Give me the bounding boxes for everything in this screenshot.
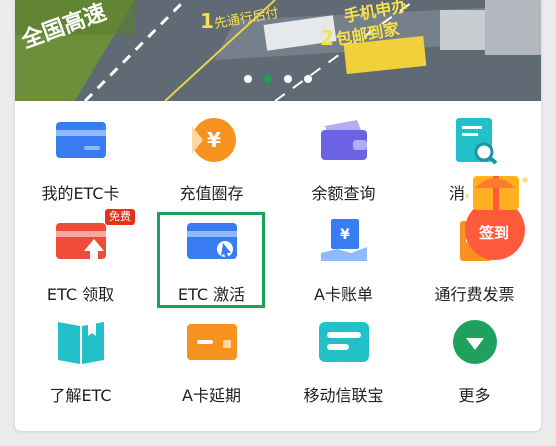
svg-text:¥: ¥: [340, 227, 350, 243]
xinlianbao-label: 移动信联宝: [303, 386, 384, 405]
a-card-bill-item[interactable]: ¥ A卡账单: [278, 209, 409, 309]
more-item[interactable]: 更多: [409, 310, 540, 410]
a-card-bill-label: A卡账单: [314, 285, 373, 304]
wallet-icon: [321, 120, 367, 160]
banner-num-1: 1: [200, 9, 214, 33]
services-card: 1 先通行后付 2 包邮到家 手机申办 全国高速 我的ETC卡 ¥ 充值圈存 余…: [15, 0, 541, 431]
more-label: 更多: [458, 386, 491, 405]
learn-etc-item[interactable]: 了解ETC: [15, 310, 146, 410]
recharge-label: 充值圈存: [179, 184, 244, 203]
carousel-dot[interactable]: [304, 75, 312, 83]
a-card-extend-label: A卡延期: [182, 386, 241, 405]
a-card-extend-item[interactable]: A卡延期: [146, 310, 277, 410]
etc-claim-label: ETC 领取: [46, 285, 115, 304]
yen-coin-icon: ¥: [192, 118, 236, 162]
recharge-item[interactable]: ¥ 充值圈存: [146, 108, 277, 208]
my-etc-card-item[interactable]: 我的ETC卡: [15, 108, 146, 208]
open-book-icon: [58, 322, 104, 364]
carousel-dot-active[interactable]: [264, 75, 272, 83]
etc-claim-item[interactable]: 免费 ETC 领取: [15, 209, 146, 309]
banner-illustration: 1 先通行后付 2 包邮到家 手机申办 全国高速: [15, 0, 541, 101]
more-chevron-icon: [453, 320, 497, 364]
check-in-widget[interactable]: 签到: [455, 166, 541, 266]
card-icon: [56, 122, 106, 158]
document-search-icon: [456, 118, 498, 164]
xinlianbao-item[interactable]: 移动信联宝: [278, 310, 409, 410]
my-etc-card-label: 我的ETC卡: [41, 184, 120, 203]
svg-text:¥: ¥: [207, 128, 221, 152]
free-badge: 免费: [105, 209, 135, 225]
check-in-label: 签到: [478, 224, 509, 242]
card-extend-icon: [187, 324, 237, 360]
balance-query-item[interactable]: 余额查询: [278, 108, 409, 208]
hand-bill-icon: ¥: [321, 219, 367, 261]
carousel-dots[interactable]: [15, 75, 541, 83]
card-upload-icon: [56, 223, 106, 261]
toll-invoice-label: 通行费发票: [434, 285, 515, 304]
banner-num-2: 2: [320, 26, 334, 50]
balance-query-label: 余额查询: [311, 184, 376, 203]
card-stack-icon: [319, 322, 369, 362]
gift-box-icon: [465, 176, 528, 260]
selected-highlight-frame: [157, 212, 265, 308]
carousel-dot[interactable]: [284, 75, 292, 83]
promo-banner[interactable]: 1 先通行后付 2 包邮到家 手机申办 全国高速: [15, 0, 541, 101]
carousel-dot[interactable]: [244, 75, 252, 83]
learn-etc-label: 了解ETC: [49, 386, 112, 405]
